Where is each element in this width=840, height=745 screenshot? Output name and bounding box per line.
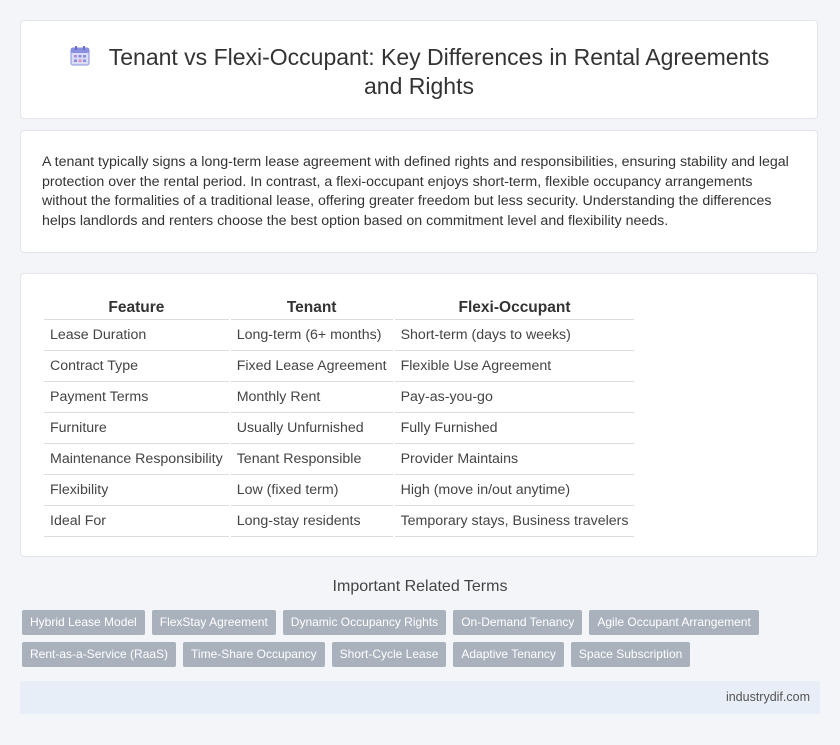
tag-hybrid-lease-model[interactable]: Hybrid Lease Model xyxy=(22,610,145,635)
related-terms-tags: Hybrid Lease Model FlexStay Agreement Dy… xyxy=(22,610,812,674)
table-row: Flexibility Low (fixed term) High (move … xyxy=(44,475,635,506)
table-row: Maintenance Responsibility Tenant Respon… xyxy=(44,444,635,475)
calendar-icon xyxy=(69,45,91,67)
cell-flexi: Short-term (days to weeks) xyxy=(394,320,635,351)
cell-flexi: Provider Maintains xyxy=(394,444,635,475)
comparison-table-card: Feature Tenant Flexi-Occupant Lease Dura… xyxy=(20,273,818,557)
cell-feature: Lease Duration xyxy=(44,320,229,351)
cell-tenant: Fixed Lease Agreement xyxy=(230,351,393,382)
tag-short-cycle-lease[interactable]: Short-Cycle Lease xyxy=(331,642,447,667)
tag-row: Rent-as-a-Service (RaaS) Time-Share Occu… xyxy=(22,642,812,667)
table-row: Ideal For Long-stay residents Temporary … xyxy=(44,506,635,537)
tag-on-demand-tenancy[interactable]: On-Demand Tenancy xyxy=(453,610,583,635)
tag-dynamic-occupancy-rights[interactable]: Dynamic Occupancy Rights xyxy=(282,610,447,635)
header-feature: Feature xyxy=(44,296,229,320)
cell-tenant: Long-stay residents xyxy=(230,506,393,537)
cell-flexi: Flexible Use Agreement xyxy=(394,351,635,382)
title-card: Tenant vs Flexi-Occupant: Key Difference… xyxy=(20,20,818,119)
related-terms-title: Important Related Terms xyxy=(332,578,508,595)
header-tenant: Tenant xyxy=(230,296,393,320)
cell-tenant: Monthly Rent xyxy=(230,382,393,413)
header-flexi-occupant: Flexi-Occupant xyxy=(394,296,635,320)
tag-rent-as-a-service[interactable]: Rent-as-a-Service (RaaS) xyxy=(22,642,177,667)
cell-tenant: Long-term (6+ months) xyxy=(230,320,393,351)
tag-row: Hybrid Lease Model FlexStay Agreement Dy… xyxy=(22,610,812,635)
table-header-row: Feature Tenant Flexi-Occupant xyxy=(44,296,635,320)
cell-tenant: Tenant Responsible xyxy=(230,444,393,475)
cell-flexi: Pay-as-you-go xyxy=(394,382,635,413)
tag-agile-occupant-arrangement[interactable]: Agile Occupant Arrangement xyxy=(589,610,759,635)
cell-feature: Contract Type xyxy=(44,351,229,382)
comparison-table: Feature Tenant Flexi-Occupant Lease Dura… xyxy=(42,296,636,537)
footer: industrydif.com xyxy=(20,681,820,714)
tag-adaptive-tenancy[interactable]: Adaptive Tenancy xyxy=(453,642,564,667)
table-row: Contract Type Fixed Lease Agreement Flex… xyxy=(44,351,635,382)
tag-time-share-occupancy[interactable]: Time-Share Occupancy xyxy=(183,642,325,667)
cell-feature: Payment Terms xyxy=(44,382,229,413)
footer-site-link[interactable]: industrydif.com xyxy=(726,690,810,704)
cell-tenant: Low (fixed term) xyxy=(230,475,393,506)
table-row: Payment Terms Monthly Rent Pay-as-you-go xyxy=(44,382,635,413)
cell-flexi: Fully Furnished xyxy=(394,413,635,444)
cell-feature: Flexibility xyxy=(44,475,229,506)
cell-feature: Furniture xyxy=(44,413,229,444)
table-row: Lease Duration Long-term (6+ months) Sho… xyxy=(44,320,635,351)
intro-card: A tenant typically signs a long-term lea… xyxy=(20,130,818,253)
page-title: Tenant vs Flexi-Occupant: Key Difference… xyxy=(108,44,770,99)
cell-feature: Maintenance Responsibility xyxy=(44,444,229,475)
table-row: Furniture Usually Unfurnished Fully Furn… xyxy=(44,413,635,444)
tag-flexstay-agreement[interactable]: FlexStay Agreement xyxy=(151,610,276,635)
cell-flexi: High (move in/out anytime) xyxy=(394,475,635,506)
tag-space-subscription[interactable]: Space Subscription xyxy=(570,642,691,667)
intro-paragraph: A tenant typically signs a long-term lea… xyxy=(42,154,789,229)
cell-feature: Ideal For xyxy=(44,506,229,537)
title-wrap: Tenant vs Flexi-Occupant: Key Difference… xyxy=(21,43,817,101)
cell-flexi: Temporary stays, Business travelers xyxy=(394,506,635,537)
cell-tenant: Usually Unfurnished xyxy=(230,413,393,444)
